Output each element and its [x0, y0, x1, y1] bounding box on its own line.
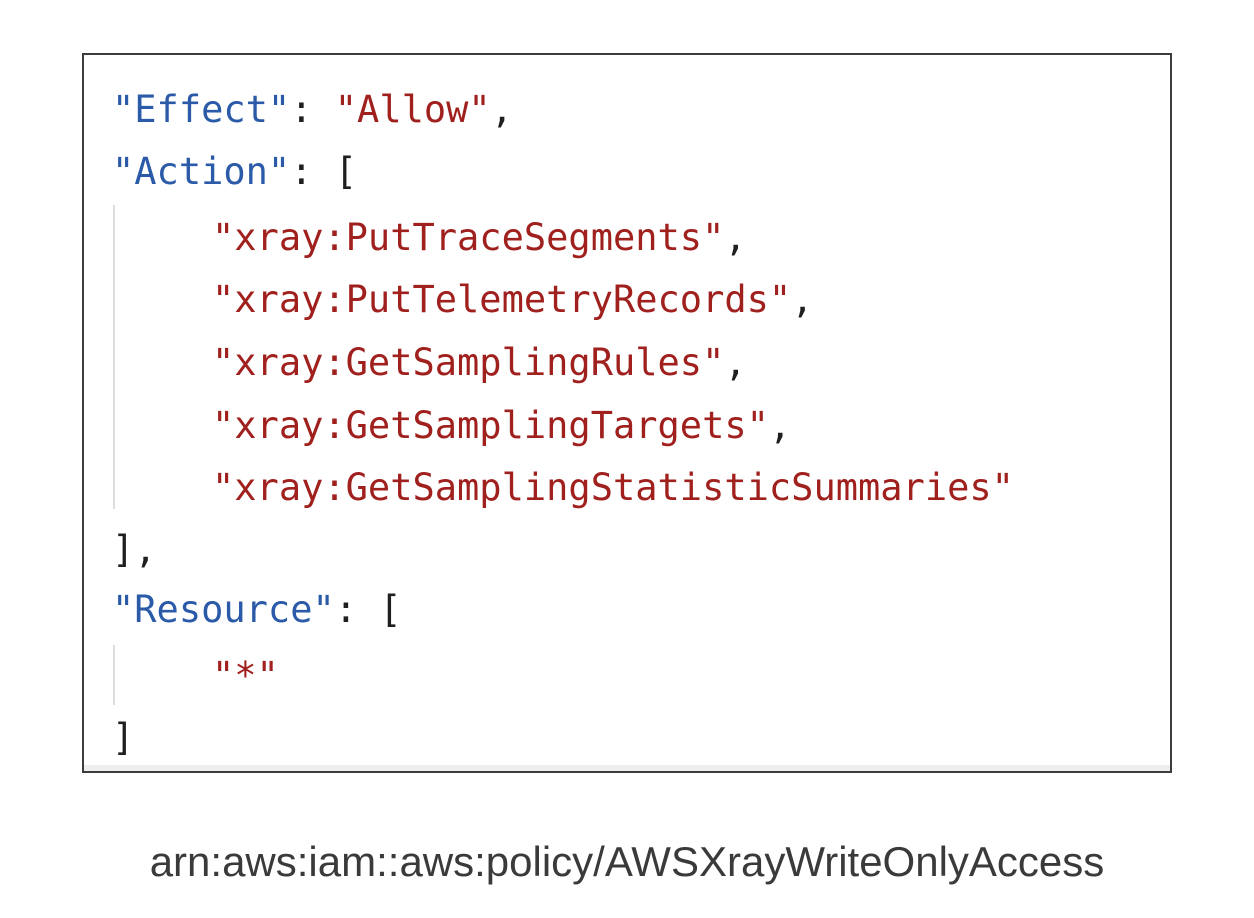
- indent-guide-actions: [113, 205, 115, 509]
- action-item: "xray:GetSamplingRules",: [212, 336, 747, 390]
- code-line-effect: "Effect": "Allow",: [112, 83, 513, 137]
- colon: :: [334, 588, 380, 631]
- close-bracket: ]: [112, 716, 135, 759]
- resource-item: "*": [212, 649, 279, 703]
- open-bracket: [: [334, 150, 358, 193]
- resource-value: "*": [212, 654, 279, 697]
- open-bracket: [: [379, 588, 402, 631]
- action-item: "xray:GetSamplingStatisticSummaries": [212, 461, 1014, 515]
- action-item: "xray:PutTelemetryRecords",: [212, 273, 813, 327]
- code-line-resource-close: ]: [112, 711, 134, 765]
- code-line-resource: "Resource": [: [112, 583, 402, 637]
- effect-value: "Allow": [334, 88, 491, 131]
- action-value: "xray:GetSamplingRules": [212, 341, 725, 384]
- colon: :: [290, 88, 335, 131]
- action-item: "xray:PutTraceSegments",: [212, 211, 747, 265]
- code-line-action: "Action": [: [112, 145, 357, 199]
- colon: :: [290, 150, 335, 193]
- comma: ,: [724, 341, 747, 384]
- policy-code-panel: "Effect": "Allow", "Action": [ "xray:Put…: [82, 53, 1172, 773]
- action-item: "xray:GetSamplingTargets",: [212, 399, 791, 453]
- action-key: "Action": [112, 150, 291, 193]
- code-line-action-close: ],: [112, 523, 157, 577]
- policy-arn-caption: arn:aws:iam::aws:policy/AWSXrayWriteOnly…: [149, 838, 1105, 885]
- action-value: "xray:PutTelemetryRecords": [212, 278, 792, 321]
- action-value: "xray:GetSamplingStatisticSummaries": [212, 466, 1014, 509]
- comma: ,: [724, 216, 747, 259]
- action-value: "xray:GetSamplingTargets": [212, 404, 769, 447]
- resource-key: "Resource": [112, 588, 335, 631]
- comma: ,: [791, 278, 814, 321]
- close-bracket: ],: [112, 528, 157, 571]
- action-value: "xray:PutTraceSegments": [212, 216, 725, 259]
- indent-guide-resources: [113, 645, 115, 705]
- comma: ,: [490, 88, 513, 131]
- effect-key: "Effect": [112, 88, 291, 131]
- comma: ,: [768, 404, 792, 447]
